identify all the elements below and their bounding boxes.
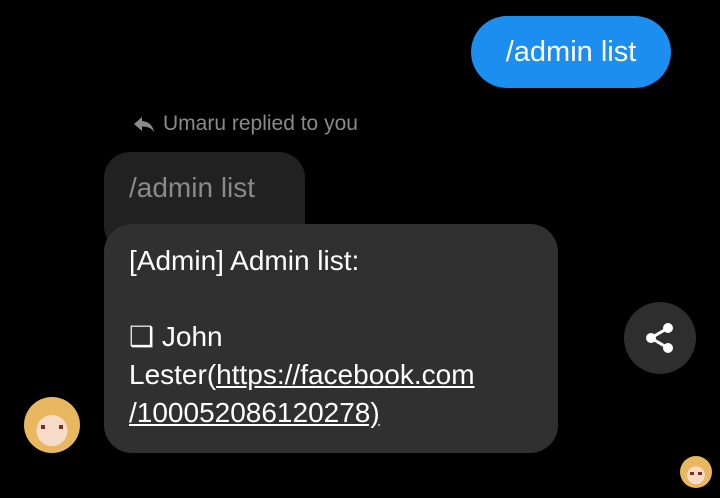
profile-link-continued[interactable]: /100052086120278) [129, 397, 380, 428]
read-receipt-avatar [680, 456, 712, 488]
message-line: [Admin] Admin list: [129, 245, 360, 276]
sent-message-text: /admin list [505, 35, 637, 68]
reply-indicator: Umaru replied to you [133, 112, 358, 136]
reply-icon [134, 117, 154, 132]
reply-label-text: Umaru replied to you [163, 112, 358, 135]
message-text: John [161, 321, 223, 352]
received-message-bubble[interactable]: [Admin] Admin list: ❑ John Lester(https:… [104, 224, 558, 453]
message-text: Lester( [129, 359, 217, 390]
quoted-message-text: /admin list [129, 172, 256, 203]
share-icon [646, 323, 673, 353]
profile-link[interactable]: https://facebook.com [216, 359, 474, 390]
sent-message-bubble[interactable]: /admin list [471, 16, 671, 88]
share-button[interactable] [624, 302, 696, 374]
bullet-icon: ❑ [129, 321, 155, 352]
sender-avatar[interactable] [24, 397, 80, 453]
